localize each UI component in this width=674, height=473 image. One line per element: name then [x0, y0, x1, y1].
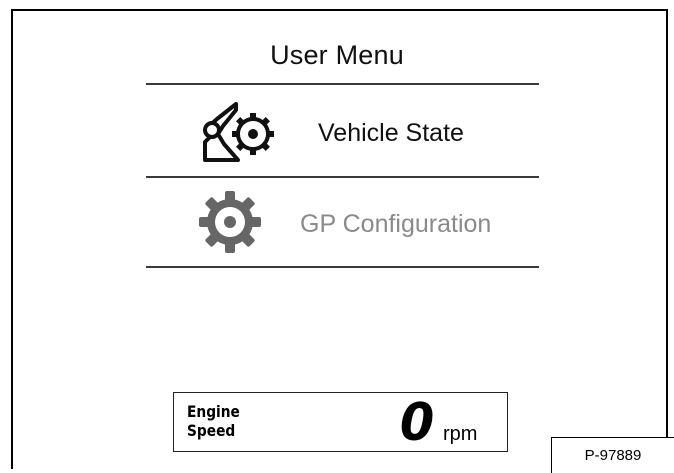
figure-reference-label: P-97889: [584, 447, 642, 464]
divider: [146, 266, 539, 268]
menu-item-gp-configuration[interactable]: GP Configuration: [146, 177, 539, 269]
menu-item-label: GP Configuration: [300, 210, 492, 238]
vehicle-state-icon: [203, 102, 274, 162]
figure-reference-box: P-97889: [551, 437, 674, 473]
engine-speed-label: Engine Speed: [187, 402, 240, 440]
engine-speed-unit: rpm: [443, 423, 478, 445]
gear-icon: [199, 191, 261, 253]
menu-title: User Menu: [270, 40, 404, 70]
menu-item-vehicle-state[interactable]: Vehicle State: [146, 85, 539, 177]
menu-item-label: Vehicle State: [318, 119, 464, 147]
engine-speed-readout: Engine Speed 0 rpm: [173, 392, 508, 452]
engine-speed-value: 0: [399, 393, 435, 453]
